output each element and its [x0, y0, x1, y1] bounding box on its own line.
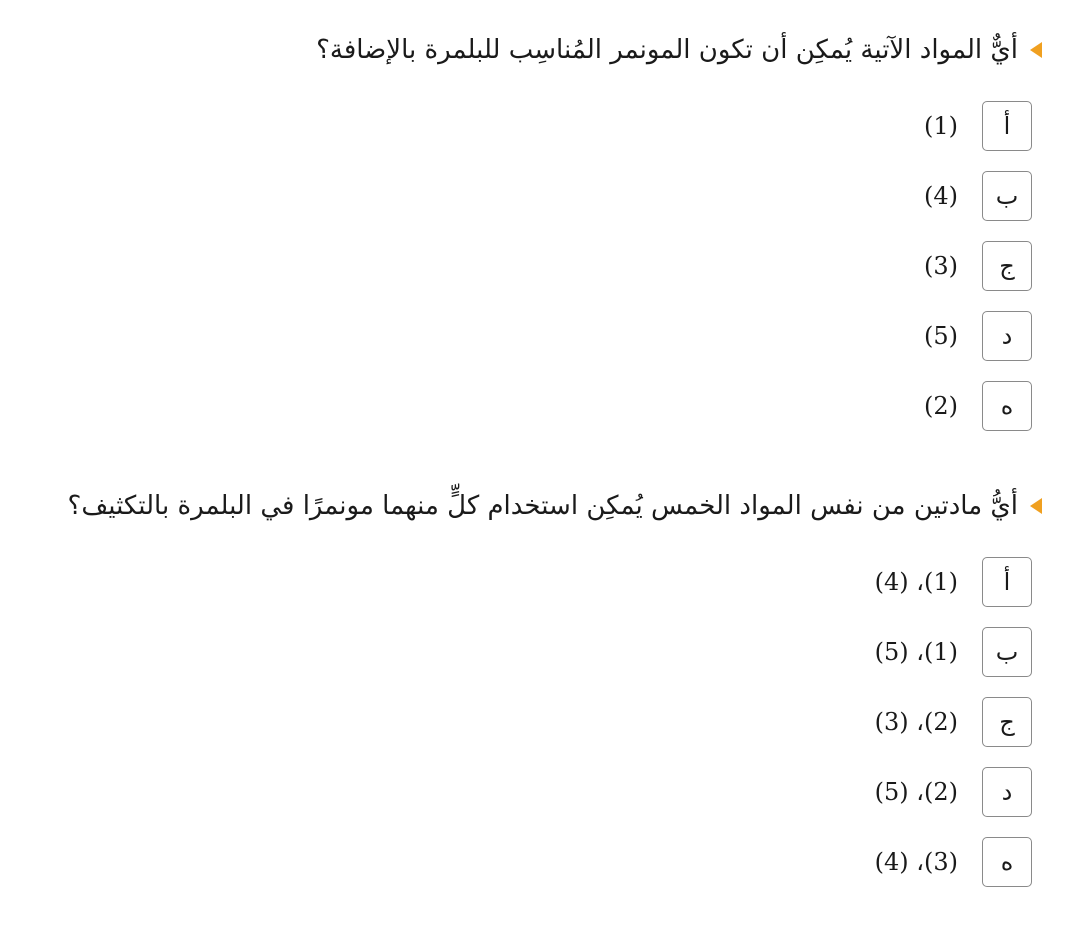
question-2: أيُّ مادتين من نفس المواد الخمس يُمكِن ا…	[68, 488, 1042, 524]
option-label: (1)، (4)	[874, 568, 958, 596]
option-c[interactable]: ج (3)	[924, 240, 1032, 292]
option-d[interactable]: د (2)، (5)	[875, 766, 1032, 818]
option-letter-button[interactable]: ه	[982, 381, 1032, 431]
option-e[interactable]: ه (2)	[924, 380, 1032, 432]
option-letter-button[interactable]: ج	[982, 697, 1032, 747]
option-letter-button[interactable]: د	[982, 767, 1032, 817]
option-b[interactable]: ب (1)، (5)	[875, 626, 1032, 678]
option-label: (3)	[923, 252, 958, 280]
option-c[interactable]: ج (2)، (3)	[875, 696, 1032, 748]
option-letter-button[interactable]: د	[982, 311, 1032, 361]
question-1: أيٌّ المواد الآتية يُمكِن أن تكون المونم…	[316, 32, 1042, 68]
option-label: (1)، (5)	[874, 638, 958, 666]
option-label: (2)، (3)	[874, 708, 958, 736]
option-e[interactable]: ه (3)، (4)	[875, 836, 1032, 888]
page: أيٌّ المواد الآتية يُمكِن أن تكون المونم…	[0, 0, 1082, 930]
question-2-text: أيُّ مادتين من نفس المواد الخمس يُمكِن ا…	[67, 491, 1018, 521]
option-label: (2)	[923, 392, 958, 420]
option-label: (3)، (4)	[874, 848, 958, 876]
option-d[interactable]: د (5)	[924, 310, 1032, 362]
option-letter-button[interactable]: ب	[982, 627, 1032, 677]
option-letter-button[interactable]: أ	[982, 557, 1032, 607]
option-a[interactable]: أ (1)، (4)	[875, 556, 1032, 608]
triangle-marker-icon	[1030, 498, 1042, 514]
question-1-text: أيٌّ المواد الآتية يُمكِن أن تكون المونم…	[316, 35, 1018, 65]
option-label: (4)	[923, 182, 958, 210]
option-b[interactable]: ب (4)	[924, 170, 1032, 222]
option-letter-button[interactable]: ه	[982, 837, 1032, 887]
option-label: (2)، (5)	[874, 778, 958, 806]
triangle-marker-icon	[1030, 42, 1042, 58]
option-label: (5)	[923, 322, 958, 350]
question-1-options: أ (1) ب (4) ج (3) د (5) ه (2)	[924, 100, 1032, 432]
option-letter-button[interactable]: ج	[982, 241, 1032, 291]
option-a[interactable]: أ (1)	[924, 100, 1032, 152]
option-letter-button[interactable]: ب	[982, 171, 1032, 221]
option-letter-button[interactable]: أ	[982, 101, 1032, 151]
option-label: (1)	[923, 112, 958, 140]
question-2-options: أ (1)، (4) ب (1)، (5) ج (2)، (3) د (2)، …	[875, 556, 1032, 888]
